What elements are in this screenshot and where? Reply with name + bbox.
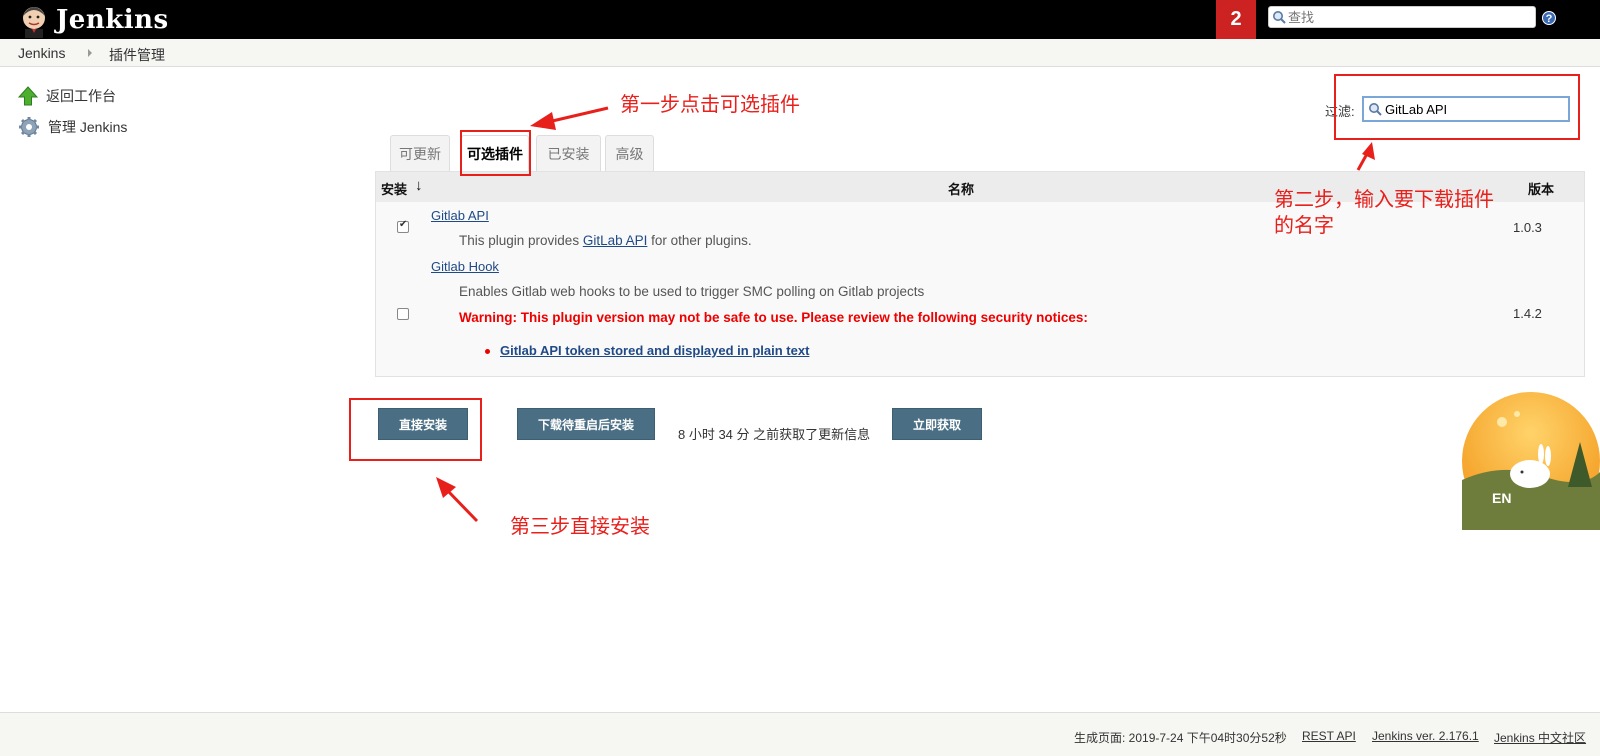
annotation-step1-text: 第一步点击可选插件 xyxy=(620,94,800,116)
mascot-widget[interactable]: EN xyxy=(1462,392,1600,530)
annotation-step2-text-line2: 的名字 xyxy=(1274,215,1334,237)
annotation-step3-text: 第三步直接安装 xyxy=(510,516,650,538)
bunny-mascot-icon xyxy=(1462,392,1600,530)
annotation-arrow-step1 xyxy=(530,106,609,130)
footer: 生成页面: 2019-7-24 下午04时30分52秒 REST API Jen… xyxy=(0,712,1600,756)
annotation-arrow-step3 xyxy=(436,477,479,523)
footer-rest-api-link[interactable]: REST API xyxy=(1302,729,1356,743)
annotation-step2-text-line1: 第二步，输入要下载插件 xyxy=(1274,189,1494,211)
language-toggle-text[interactable]: EN xyxy=(1492,490,1511,506)
footer-community-link[interactable]: Jenkins 中文社区 xyxy=(1494,729,1586,746)
annotation-arrow-step2 xyxy=(1356,142,1375,171)
footer-generated-text: 生成页面: 2019-7-24 下午04时30分52秒 xyxy=(1074,731,1287,745)
footer-version-link[interactable]: Jenkins ver. 2.176.1 xyxy=(1372,729,1479,743)
annotation-arrows xyxy=(436,106,1375,523)
